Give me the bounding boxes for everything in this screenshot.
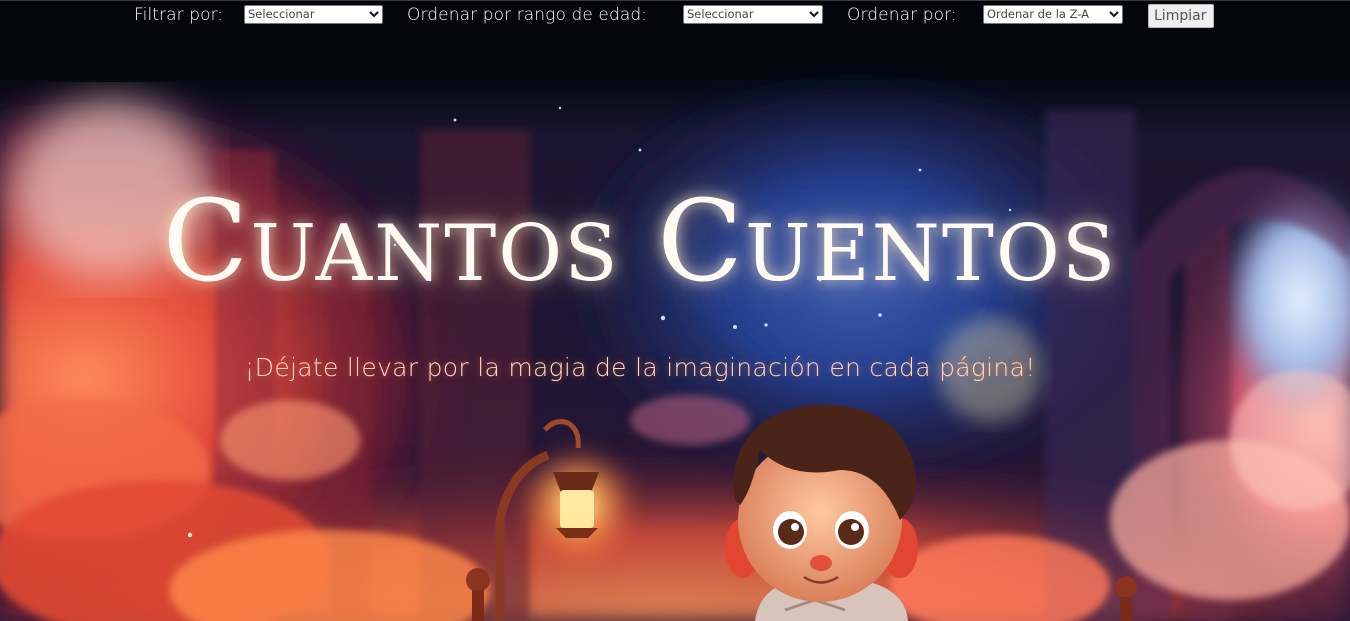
filter-select[interactable]: Seleccionar	[244, 5, 383, 24]
sort-select[interactable]: Ordenar de la Z-A	[983, 5, 1123, 24]
filter-select-value: Seleccionar	[248, 7, 315, 21]
chevron-down-icon	[1109, 11, 1119, 18]
hero-illustration	[0, 0, 1350, 621]
hero-title: Cuantos Cuentos	[162, 177, 1118, 307]
chevron-down-icon	[369, 11, 379, 18]
chevron-down-icon	[809, 11, 819, 18]
sort-label: Ordenar por:	[847, 5, 957, 25]
hero-subtitle: ¡Déjate llevar por la magia de la imagin…	[244, 353, 1036, 382]
filter-bar: Filtrar por: Seleccionar Ordenar por ran…	[0, 0, 1350, 35]
age-range-select-value: Seleccionar	[687, 7, 754, 21]
hero-banner	[0, 0, 1350, 621]
page: Cuantos Cuentos ¡Déjate llevar por la ma…	[0, 0, 1350, 621]
clear-button[interactable]: Limpiar	[1148, 4, 1214, 28]
filter-label: Filtrar por:	[134, 5, 224, 25]
age-range-label: Ordenar por rango de edad:	[407, 5, 648, 25]
sort-select-value: Ordenar de la Z-A	[987, 7, 1090, 21]
age-range-select[interactable]: Seleccionar	[683, 5, 823, 24]
